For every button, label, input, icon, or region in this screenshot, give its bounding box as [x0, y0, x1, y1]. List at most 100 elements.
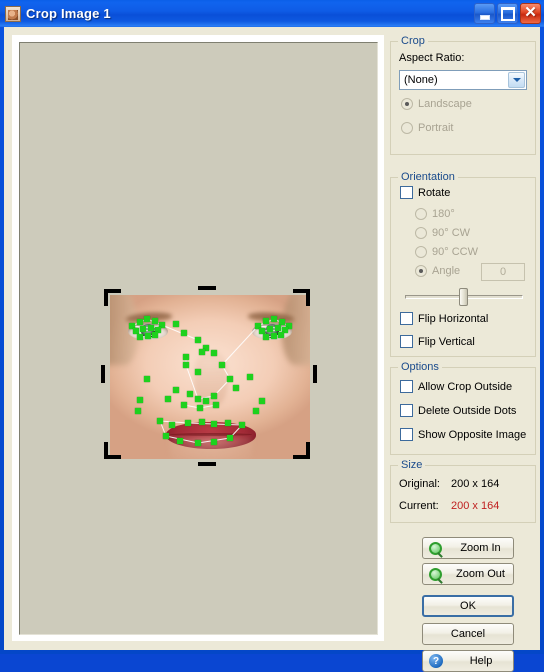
landmark-dot[interactable] — [137, 334, 143, 340]
landmark-dot[interactable] — [275, 325, 281, 331]
radio-90ccw[interactable]: 90° CCW — [415, 246, 478, 258]
landmark-dot[interactable] — [173, 387, 179, 393]
landmark-dot[interactable] — [135, 408, 141, 414]
landmark-dot[interactable] — [213, 402, 219, 408]
checkbox-rotate-box — [400, 186, 413, 199]
landmark-dot[interactable] — [263, 318, 269, 324]
landmark-dot[interactable] — [144, 376, 150, 382]
landmark-dot[interactable] — [185, 420, 191, 426]
landmark-dot[interactable] — [195, 337, 201, 343]
landmark-dot[interactable] — [195, 440, 201, 446]
landmark-dot[interactable] — [148, 325, 154, 331]
landmark-dot[interactable] — [211, 393, 217, 399]
landmark-dot[interactable] — [239, 422, 245, 428]
title-bar[interactable]: Crop Image 1 ✕ — [0, 0, 544, 27]
maximize-button[interactable] — [497, 3, 518, 24]
landmark-dot[interactable] — [225, 420, 231, 426]
radio-90cw[interactable]: 90° CW — [415, 227, 470, 239]
landmark-dot[interactable] — [195, 396, 201, 402]
landmark-dot[interactable] — [271, 333, 277, 339]
checkbox-show-opposite-image[interactable]: Show Opposite Image — [400, 428, 526, 441]
checkbox-delete-outside-dots[interactable]: Delete Outside Dots — [400, 404, 516, 417]
checkbox-rotate[interactable]: Rotate — [400, 186, 450, 199]
radio-landscape-label: Landscape — [418, 98, 472, 110]
minimize-button[interactable] — [474, 3, 495, 24]
crop-handle-top-left[interactable] — [104, 289, 108, 306]
landmark-dot[interactable] — [267, 326, 273, 332]
help-button[interactable]: ? Help — [422, 650, 514, 672]
angle-slider[interactable] — [405, 288, 523, 306]
landmark-dot[interactable] — [259, 398, 265, 404]
landmark-dot[interactable] — [199, 349, 205, 355]
crop-handle-bottom-right[interactable] — [306, 442, 310, 459]
landmark-dot[interactable] — [183, 362, 189, 368]
landmark-dot[interactable] — [145, 333, 151, 339]
landmark-dot[interactable] — [152, 318, 158, 324]
angle-input[interactable]: 0 — [481, 263, 525, 281]
checkbox-allow-crop-outside-label: Allow Crop Outside — [418, 380, 513, 393]
crop-handle-edge-left[interactable] — [101, 365, 105, 383]
crop-handle-bottom-left[interactable] — [104, 442, 108, 459]
crop-image-window: Crop Image 1 ✕ Crop Aspect Ratio: (None)… — [0, 0, 544, 672]
landmark-dot[interactable] — [211, 421, 217, 427]
chevron-down-icon[interactable] — [508, 72, 525, 88]
controls-panel: Crop Aspect Ratio: (None) Landscape Port… — [390, 33, 536, 672]
orientation-group: Orientation Rotate 180° 90° CW 90° CCW A… — [390, 171, 536, 357]
radio-landscape[interactable]: Landscape — [401, 98, 472, 110]
landmark-dot[interactable] — [169, 422, 175, 428]
radio-portrait[interactable]: Portrait — [401, 122, 453, 134]
landmark-dot[interactable] — [203, 398, 209, 404]
landmark-dot[interactable] — [140, 326, 146, 332]
landmark-dot[interactable] — [165, 396, 171, 402]
landmark-dot[interactable] — [253, 408, 259, 414]
landmark-dot[interactable] — [227, 376, 233, 382]
landmark-dot[interactable] — [152, 332, 158, 338]
landmark-dot[interactable] — [187, 391, 193, 397]
landmark-dot[interactable] — [219, 362, 225, 368]
landmark-dot[interactable] — [144, 316, 150, 322]
face-photo[interactable] — [110, 295, 310, 459]
radio-angle[interactable]: Angle — [415, 265, 460, 277]
angle-slider-thumb[interactable] — [459, 288, 468, 306]
landmark-dot[interactable] — [199, 419, 205, 425]
landmark-dot[interactable] — [233, 385, 239, 391]
checkbox-flip-horizontal[interactable]: Flip Horizontal — [400, 312, 488, 325]
landmark-dot[interactable] — [163, 433, 169, 439]
landmark-dot[interactable] — [173, 321, 179, 327]
zoom-in-button[interactable]: Zoom In — [422, 537, 514, 559]
crop-handle-edge-bottom[interactable] — [198, 462, 216, 466]
zoom-out-button[interactable]: Zoom Out — [422, 563, 514, 585]
magnifier-minus-icon — [429, 567, 442, 581]
landmark-dot[interactable] — [177, 438, 183, 444]
radio-180[interactable]: 180° — [415, 208, 455, 220]
landmark-dot[interactable] — [181, 330, 187, 336]
checkbox-allow-crop-outside[interactable]: Allow Crop Outside — [400, 380, 512, 393]
landmark-dot[interactable] — [278, 332, 284, 338]
landmark-dot[interactable] — [271, 316, 277, 322]
checkbox-flip-vertical[interactable]: Flip Vertical — [400, 335, 475, 348]
image-canvas[interactable] — [19, 42, 378, 635]
checkbox-show-opposite-image-box — [400, 428, 413, 441]
landmark-dot[interactable] — [211, 439, 217, 445]
radio-180-label: 180° — [432, 208, 455, 220]
crop-handle-edge-right[interactable] — [313, 365, 317, 383]
landmark-dot[interactable] — [181, 402, 187, 408]
crop-handle-edge-top[interactable] — [198, 286, 216, 290]
close-button[interactable]: ✕ — [520, 3, 541, 24]
checkbox-delete-outside-dots-label: Delete Outside Dots — [418, 404, 517, 417]
landmark-dot[interactable] — [183, 354, 189, 360]
checkbox-flip-horizontal-box — [400, 312, 413, 325]
landmark-dot[interactable] — [263, 334, 269, 340]
landmark-dot[interactable] — [157, 418, 163, 424]
landmark-dot[interactable] — [137, 397, 143, 403]
landmark-dot[interactable] — [247, 374, 253, 380]
cancel-button[interactable]: Cancel — [422, 623, 514, 645]
ok-button[interactable]: OK — [422, 595, 514, 617]
landmark-dot[interactable] — [211, 350, 217, 356]
landmark-dot[interactable] — [195, 369, 201, 375]
landmark-dot[interactable] — [227, 435, 233, 441]
crop-handle-top-right[interactable] — [306, 289, 310, 306]
landmark-dot[interactable] — [137, 319, 143, 325]
aspect-ratio-combobox[interactable]: (None) — [399, 70, 527, 90]
landmark-dot[interactable] — [197, 405, 203, 411]
